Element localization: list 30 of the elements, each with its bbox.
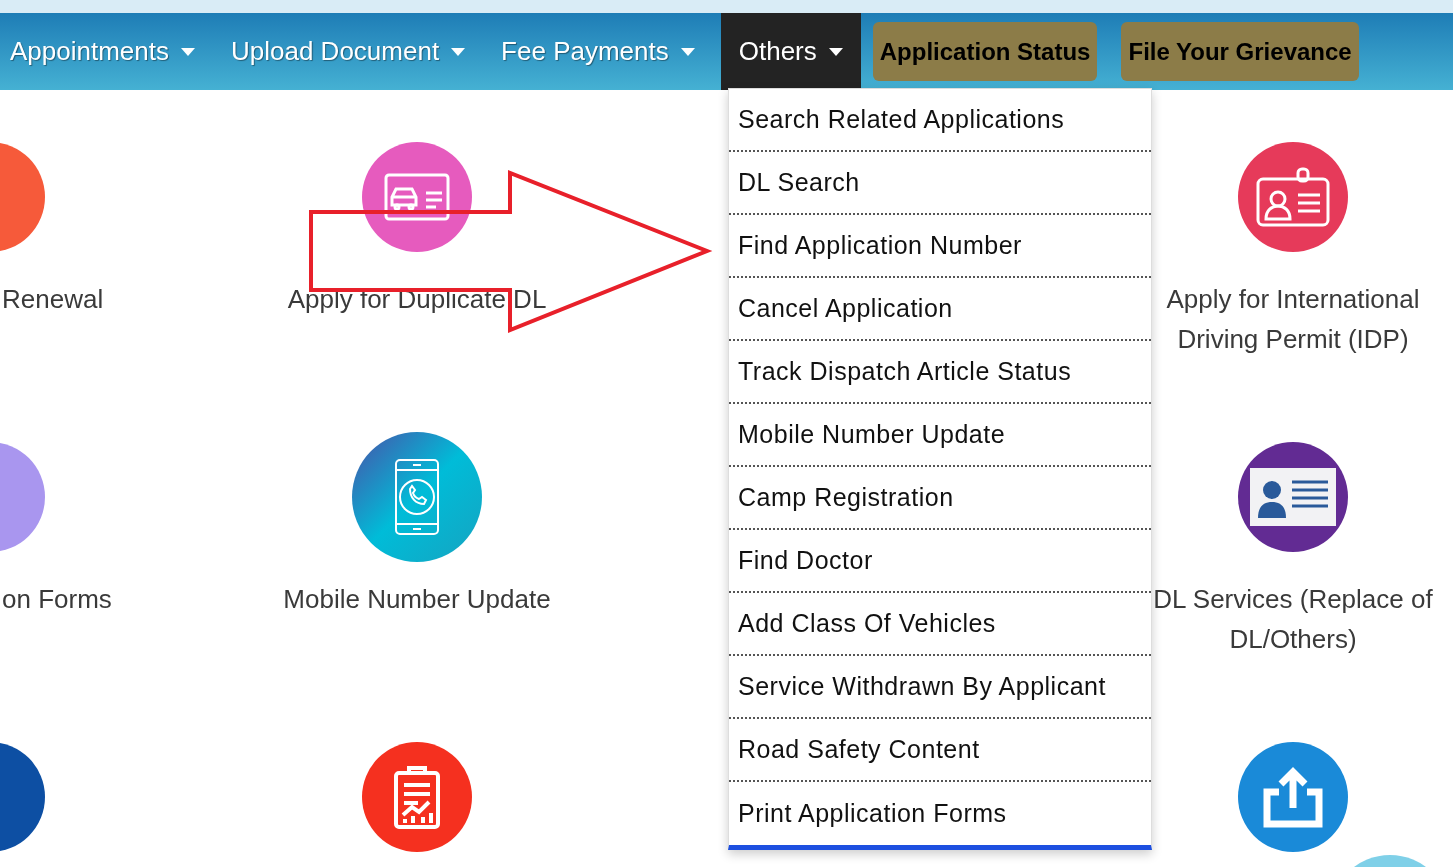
dropdown-item[interactable]: Search Related Applications: [729, 89, 1151, 152]
service-label[interactable]: on Forms: [0, 579, 112, 619]
caret-icon: [181, 47, 195, 56]
caret-icon: [680, 47, 695, 56]
nav-menu-item[interactable]: Others: [720, 13, 861, 90]
upload-icon: [1263, 766, 1323, 828]
smartphone-icon: [394, 458, 440, 536]
dropdown-item[interactable]: Add Class Of Vehicles: [729, 593, 1151, 656]
service-label[interactable]: Renewal: [0, 279, 104, 319]
dropdown-item[interactable]: Road Safety Content: [729, 719, 1151, 782]
dropdown-item[interactable]: Camp Registration: [729, 467, 1151, 530]
caret-icon: [828, 47, 843, 56]
caret-icon: [451, 47, 466, 56]
dropdown-item[interactable]: Track Dispatch Article Status: [729, 341, 1151, 404]
dropdown-item[interactable]: DL Search: [729, 152, 1151, 215]
id-badge-icon: [1256, 167, 1330, 227]
service-label[interactable]: Mobile Number Update: [283, 579, 551, 619]
dropdown-item[interactable]: Mobile Number Update: [729, 404, 1151, 467]
dropdown-item[interactable]: Cancel Application: [729, 278, 1151, 341]
clipboard-chart-icon: [393, 765, 441, 829]
service-label[interactable]: Apply for International Driving Permit (IDP): [1166, 279, 1420, 359]
dropdown-item[interactable]: Find Doctor: [729, 530, 1151, 593]
dropdown-item[interactable]: Find Application Number: [729, 215, 1151, 278]
id-card-icon: [1250, 468, 1336, 526]
car-card-icon: [384, 173, 450, 221]
service-label[interactable]: DL Services (Replace of DL/Others): [1153, 579, 1433, 659]
action-button[interactable]: Application Status: [872, 22, 1098, 81]
dropdown-item[interactable]: Service Withdrawn By Applicant: [729, 656, 1151, 719]
dropdown-item[interactable]: Print Application Forms: [729, 782, 1151, 845]
action-button[interactable]: File Your Grievance: [1121, 22, 1359, 81]
